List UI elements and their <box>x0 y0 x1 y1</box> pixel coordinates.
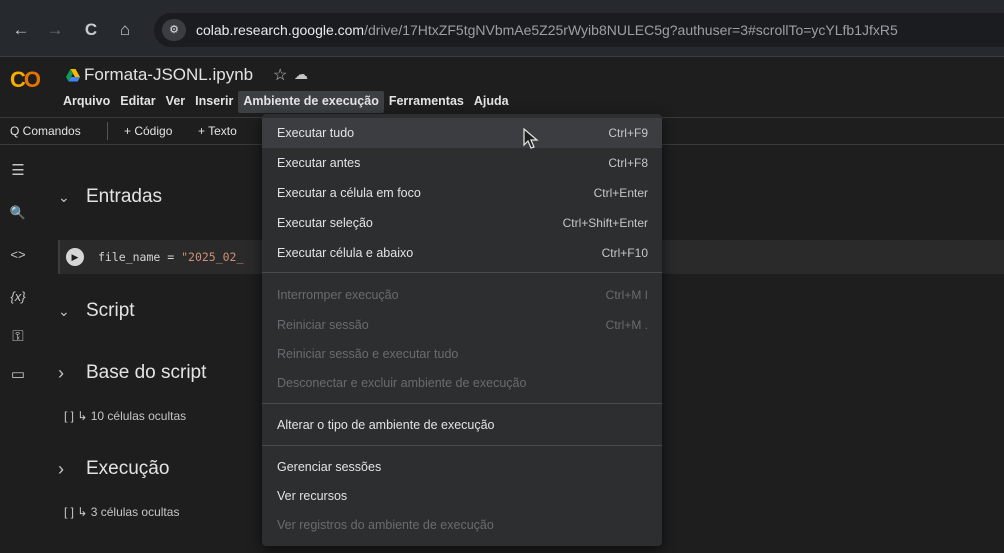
menu-item-interromper-execucao: Interromper execução Ctrl+M I <box>262 280 662 310</box>
menu-ver[interactable]: Ver <box>161 91 190 113</box>
section-script[interactable]: ⌄ Script <box>58 300 135 322</box>
menu-item-label: Executar tudo <box>277 126 355 140</box>
menu-ajuda[interactable]: Ajuda <box>469 91 514 113</box>
menu-ambiente-de-execucao[interactable]: Ambiente de execução <box>238 91 384 113</box>
url-host: colab.research.google.com <box>196 22 365 38</box>
secrets-key-icon[interactable]: ⚿ <box>6 326 30 348</box>
menu-divider <box>262 272 662 273</box>
chevron-down-icon[interactable]: ⌄ <box>58 189 86 206</box>
variables-icon[interactable]: {x} <box>6 286 30 308</box>
menu-item-label: Executar a célula em foco <box>277 186 421 200</box>
menu-item-shortcut: Ctrl+Enter <box>593 186 648 200</box>
menu-item-ver-registros: Ver registros do ambiente de execução <box>262 510 662 540</box>
menu-item-executar-selecao[interactable]: Executar seleção Ctrl+Shift+Enter <box>262 208 662 238</box>
code-snippets-icon[interactable]: <> <box>6 244 30 266</box>
side-rail: ☰ 🔍 <> {x} ⚿ ▭ <box>0 146 38 553</box>
menu-arquivo[interactable]: Arquivo <box>58 91 115 113</box>
menu-item-shortcut: Ctrl+F8 <box>608 156 648 170</box>
menu-item-shortcut: Ctrl+F10 <box>601 246 648 260</box>
menu-item-label: Reiniciar sessão e executar tudo <box>277 347 459 361</box>
logo-letter-c: C <box>10 67 26 92</box>
menu-item-ver-recursos[interactable]: Ver recursos <box>262 481 662 511</box>
section-base-do-script[interactable]: › Base do script <box>58 362 206 384</box>
logo-letter-o: O <box>23 67 41 92</box>
menu-item-label: Desconectar e excluir ambiente de execuç… <box>277 376 527 390</box>
code-string: "2025_02_ <box>181 250 244 264</box>
section-title: Entradas <box>86 186 163 207</box>
browser-toolbar: ← → C ⌂ ⚙ colab.research.google.com/driv… <box>0 0 1004 57</box>
menu-item-label: Reiniciar sessão <box>277 318 369 332</box>
section-title: Script <box>86 300 135 321</box>
menu-item-shortcut: Ctrl+M . <box>605 318 648 332</box>
chevron-down-icon[interactable]: ⌄ <box>58 303 86 320</box>
menu-item-executar-celula-em-foco[interactable]: Executar a célula em foco Ctrl+Enter <box>262 178 662 208</box>
reload-icon[interactable]: C <box>80 20 102 40</box>
menu-item-label: Gerenciar sessões <box>277 460 382 474</box>
menu-item-shortcut: Ctrl+F9 <box>608 126 648 140</box>
section-entradas[interactable]: ⌄ Entradas <box>58 186 162 208</box>
menu-item-gerenciar-sessoes[interactable]: Gerenciar sessões <box>262 452 662 482</box>
hidden-cells-summary[interactable]: [ ] ↳ 10 células ocultas <box>64 409 186 423</box>
add-code-button[interactable]: + Código <box>124 124 172 138</box>
section-title: Execução <box>86 458 170 479</box>
find-icon[interactable]: 🔍 <box>6 202 30 224</box>
menu-item-reiniciar-sessao: Reiniciar sessão Ctrl+M . <box>262 310 662 340</box>
code-prefix: file_name = <box>98 250 182 264</box>
menu-item-label: Executar antes <box>277 156 361 170</box>
chevron-right-icon[interactable]: › <box>58 459 86 480</box>
menu-item-label: Executar seleção <box>277 216 373 230</box>
star-icon[interactable]: ☆ <box>273 65 287 85</box>
menu-item-desconectar-e-excluir: Desconectar e excluir ambiente de execuç… <box>262 368 662 398</box>
notebook-title[interactable]: Formata-JSONL.ipynb <box>84 65 253 85</box>
menu-item-executar-celula-e-abaixo[interactable]: Executar célula e abaixo Ctrl+F10 <box>262 238 662 268</box>
add-text-button[interactable]: + Texto <box>198 124 237 138</box>
colab-logo[interactable]: CO <box>10 67 41 93</box>
commands-button[interactable]: Q Comandos <box>10 124 81 138</box>
menu-item-reiniciar-e-executar-tudo: Reiniciar sessão e executar tudo <box>262 339 662 369</box>
url-text[interactable]: colab.research.google.com/drive/17HtxZF5… <box>196 22 898 38</box>
menu-item-shortcut: Ctrl+M I <box>605 288 648 302</box>
menu-bar: Arquivo Editar Ver Inserir Ambiente de e… <box>58 91 514 113</box>
menu-inserir[interactable]: Inserir <box>190 91 238 113</box>
section-title: Base do script <box>86 362 207 383</box>
toolbar-divider <box>107 122 108 140</box>
menu-item-executar-tudo[interactable]: Executar tudo Ctrl+F9 <box>262 118 662 148</box>
mouse-pointer-icon <box>523 128 539 149</box>
menu-divider <box>262 403 662 404</box>
table-of-contents-icon[interactable]: ☰ <box>6 160 30 182</box>
site-settings-icon[interactable]: ⚙ <box>162 19 186 41</box>
files-folder-icon[interactable]: ▭ <box>6 364 30 386</box>
menu-item-alterar-tipo-ambiente[interactable]: Alterar o tipo de ambiente de execução <box>262 410 662 440</box>
section-execucao[interactable]: › Execução <box>58 458 169 480</box>
menu-divider <box>262 445 662 446</box>
menu-item-label: Interromper execução <box>277 288 399 302</box>
menu-item-label: Ver registros do ambiente de execução <box>277 518 494 532</box>
colab-header: CO Formata-JSONL.ipynb ☆ ☁ Arquivo Edita… <box>0 57 1004 117</box>
menu-editar[interactable]: Editar <box>115 91 160 113</box>
hidden-cells-summary[interactable]: [ ] ↳ 3 células ocultas <box>64 505 179 519</box>
run-cell-icon[interactable]: ▶ <box>66 248 84 266</box>
address-bar[interactable]: ⚙ colab.research.google.com/drive/17HtxZ… <box>154 13 1004 47</box>
chevron-right-icon[interactable]: › <box>58 363 86 384</box>
runtime-menu-dropdown: Executar tudo Ctrl+F9 Executar antes Ctr… <box>262 114 662 546</box>
menu-item-label: Executar célula e abaixo <box>277 246 414 260</box>
menu-item-shortcut: Ctrl+Shift+Enter <box>562 216 648 230</box>
menu-item-label: Ver recursos <box>277 489 348 503</box>
home-icon[interactable]: ⌂ <box>114 20 136 40</box>
menu-ferramentas[interactable]: Ferramentas <box>384 91 469 113</box>
back-arrow-icon[interactable]: ← <box>10 20 32 40</box>
cloud-sync-icon[interactable]: ☁ <box>294 66 308 83</box>
menu-item-label: Alterar o tipo de ambiente de execução <box>277 418 495 432</box>
forward-arrow-icon[interactable]: → <box>44 20 66 40</box>
code-editor[interactable]: file_name = "2025_02_ <box>98 250 243 264</box>
menu-item-executar-antes[interactable]: Executar antes Ctrl+F8 <box>262 148 662 178</box>
url-path: /drive/17HtxZF5tgNVbmAe5Z25rWyib8NULEC5g… <box>364 22 898 38</box>
google-drive-icon <box>66 69 80 82</box>
